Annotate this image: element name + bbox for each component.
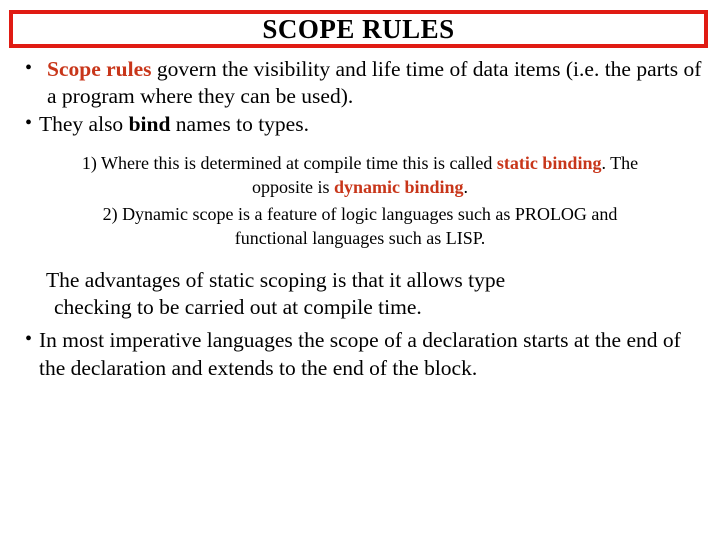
title-box: SCOPE RULES: [9, 10, 708, 48]
numbered-item-1-label: 1): [81, 152, 97, 173]
list-item-text: Scope rules govern the visibility and li…: [38, 56, 720, 111]
bullet-icon: •: [24, 57, 32, 79]
advantages-paragraph: The advantages of static scoping is that…: [46, 267, 680, 322]
slide: SCOPE RULES • Scope rules govern the vis…: [0, 0, 720, 540]
highlight-static-binding: static binding: [496, 152, 602, 173]
list-item: • Scope rules govern the visibility and …: [0, 56, 720, 111]
bullet-2-post: names to types.: [170, 111, 309, 136]
numbered-item-1-pre: Where this is determined at compile time…: [96, 152, 497, 173]
page-title: SCOPE RULES: [262, 13, 455, 44]
bullet-icon: •: [24, 111, 32, 134]
highlight-scope-rules: Scope rules: [47, 57, 152, 81]
bullet-2-pre: They also: [39, 111, 129, 136]
numbered-list: 1) Where this is determined at compile t…: [0, 152, 720, 251]
numbered-item-2: 2) Dynamic scope is a feature of logic l…: [72, 203, 648, 251]
advantages-line-1: The advantages of static scoping is that…: [46, 267, 506, 292]
slide-body: • Scope rules govern the visibility and …: [0, 56, 720, 382]
list-item-text: In most imperative languages the scope o…: [39, 328, 681, 380]
bullet-icon: •: [24, 328, 32, 351]
list-item: • In most imperative languages the scope…: [0, 327, 720, 382]
advantages-line-2: checking to be carried out at compile ti…: [54, 294, 422, 319]
numbered-item-1-post: .: [463, 176, 469, 197]
emphasis-bind: bind: [128, 111, 171, 136]
numbered-item-2-label: 2): [102, 203, 118, 224]
numbered-item-1: 1) Where this is determined at compile t…: [72, 152, 648, 200]
numbered-item-2-text: Dynamic scope is a feature of logic lang…: [117, 203, 618, 248]
list-item-text: They also bind names to types.: [38, 111, 720, 138]
highlight-dynamic-binding: dynamic binding: [333, 176, 464, 197]
list-item: • They also bind names to types.: [0, 111, 720, 138]
